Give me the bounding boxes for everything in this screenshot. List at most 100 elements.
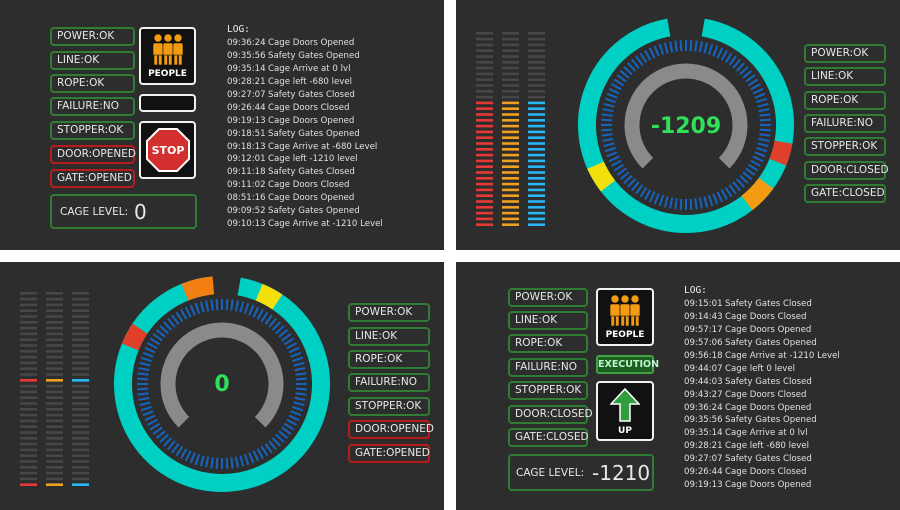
segment-yellow (255, 283, 283, 310)
log-message: Cage Arrive at -1210 Level (268, 219, 383, 230)
log-entry: 09:43:27 Cage Doors Closed (684, 389, 840, 402)
cage-level-label: CAGE LEVEL: (516, 467, 585, 479)
status-failure: FAILURE:NO (804, 114, 886, 133)
log-message: Cage Arrive at 0 lvl (268, 63, 351, 74)
empty-indicator (139, 94, 196, 112)
log-entry: 09:26:44 Cage Doors Closed (227, 102, 383, 115)
log-list: 09:36:24 Cage Doors Opened 09:35:56 Safety … (227, 37, 383, 231)
log-time: 09:18:13 (227, 141, 266, 152)
status-door: DOOR:OPENED (50, 145, 136, 164)
cage-level-box: CAGE LEVEL: -1210 (508, 454, 654, 491)
up-card[interactable]: UP (596, 381, 654, 441)
log-time: 09:35:14 (684, 428, 723, 439)
log-time: 09:36:24 (227, 38, 266, 48)
log-message: Safety Gates Opened (725, 337, 817, 348)
status-failure: FAILURE:NO (50, 97, 135, 116)
level-bars (20, 292, 89, 486)
log-entry: 09:28:21 Cage left -680 level (684, 440, 840, 453)
cage-gauge: -1209 (578, 18, 794, 233)
cage-level-value: -1210 (592, 461, 651, 485)
log-message: Cage Doors Closed (268, 102, 350, 113)
cage-level-label: CAGE LEVEL: (60, 206, 129, 218)
status-stopper: STOPPER:OK (508, 381, 588, 400)
people-label: PEOPLE (605, 330, 645, 340)
stop-label: STOP (152, 144, 185, 157)
segment-orange (181, 276, 215, 301)
log-message: Safety Gates Opened (268, 128, 360, 139)
log-entry: 09:19:13 Cage Doors Opened (227, 115, 383, 128)
status-line: LINE:OK (804, 67, 886, 86)
log-entry: 09:35:14 Cage Arrive at 0 lvl (227, 63, 383, 76)
people-label: PEOPLE (148, 69, 187, 79)
panel-status-log-up: POWER:OK LINE:OK ROPE:OK FAILURE:NO STOP… (456, 262, 900, 510)
status-gate: GATE:OPENED (348, 444, 430, 463)
log-message: Safety Gates Closed (268, 89, 355, 100)
log-message: Safety Gates Closed (725, 376, 812, 387)
log-time: 08:51:16 (227, 193, 266, 204)
log-message: Cage Arrive at -680 Level (268, 141, 378, 152)
log-message: Cage Doors Opened (268, 115, 355, 126)
log-time: 09:14:43 (684, 311, 723, 322)
log-message: Cage Doors Opened (268, 38, 355, 48)
status-rope: ROPE:OK (508, 334, 588, 353)
log-entry: 09:09:52 Safety Gates Opened (227, 205, 383, 218)
log-time: 09:26:44 (227, 102, 266, 113)
log-entry: 09:35:56 Safety Gates Opened (227, 50, 383, 63)
people-card: PEOPLE (139, 27, 196, 85)
log-entry: 09:57:06 Safety Gates Opened (684, 337, 840, 350)
log-message: Cage Doors Opened (725, 324, 812, 335)
status-power: POWER:OK (508, 288, 588, 307)
log-entry: 09:28:21 Cage left -680 level (227, 76, 383, 89)
log-message: Cage Doors Opened (725, 402, 812, 413)
log-time: 09:18:51 (227, 128, 266, 139)
gauge-value: -1209 (651, 114, 721, 139)
log-time: 09:12:01 (227, 154, 266, 165)
log-entry: 09:14:43 Cage Doors Closed (684, 311, 840, 324)
level-bar (528, 32, 545, 226)
level-bar (20, 292, 37, 486)
log-time: 09:43:27 (684, 389, 723, 400)
log-entry: 09:35:14 Cage Arrive at 0 lvl (684, 427, 840, 440)
log-time: 09:10:13 (227, 219, 266, 230)
log-time: 09:57:06 (684, 337, 723, 348)
log-time: 09:11:18 (227, 167, 266, 178)
log-message: Safety Gates Closed (725, 299, 812, 309)
log-entry: 09:27:07 Safety Gates Closed (684, 453, 840, 466)
status-stopper: STOPPER:OK (50, 121, 135, 140)
panel-gauge-closed: -1209 POWER:OK LINE:OK ROPE:OK FAILURE:N… (456, 0, 900, 250)
log-time: 09:56:18 (684, 350, 723, 361)
log-entry: 09:18:13 Cage Arrive at -680 Level (227, 141, 383, 154)
status-line: LINE:OK (508, 311, 588, 330)
log-entry: 08:51:16 Cage Doors Opened (227, 192, 383, 205)
log-message: Safety Gates Opened (725, 415, 817, 426)
status-power: POWER:OK (348, 303, 430, 322)
status-failure: FAILURE:NO (348, 373, 430, 392)
log-message: Cage Arrive at 0 lvl (725, 428, 808, 439)
log-time: 09:09:52 (227, 206, 266, 217)
log-entry: 09:26:44 Cage Doors Closed (684, 466, 840, 479)
log-entry: 09:19:13 Cage Doors Opened (684, 479, 840, 492)
log-entry: 09:10:13 Cage Arrive at -1210 Level (227, 218, 383, 231)
level-marker (72, 379, 89, 382)
level-base (46, 483, 63, 486)
level-bar (502, 32, 519, 226)
log-message: Safety Gates Opened (268, 206, 360, 217)
level-marker (46, 379, 63, 382)
log-entry: 09:36:24 Cage Doors Opened (227, 37, 383, 50)
log-entry: 09:12:01 Cage left -1210 level (227, 153, 383, 166)
log-message: Safety Gates Closed (725, 454, 812, 465)
log-time: 09:15:01 (684, 299, 723, 309)
level-bar (476, 32, 493, 226)
log-time: 09:27:07 (227, 89, 266, 100)
level-bars (476, 32, 545, 226)
people-card: PEOPLE (596, 288, 654, 346)
execution-indicator: EXECUTION (596, 355, 659, 374)
cage-level-box: CAGE LEVEL: 0 (50, 194, 197, 229)
log-entry: 09:11:02 Cage Doors Closed (227, 179, 383, 192)
stop-card[interactable]: STOP (139, 121, 196, 179)
segment-yellow (587, 161, 616, 192)
status-power: POWER:OK (804, 44, 886, 63)
segment-red (769, 140, 793, 166)
panel-status-log-stop: POWER:OK LINE:OK ROPE:OK FAILURE:NO STOP… (0, 0, 444, 250)
log-title: LOG: (227, 24, 250, 35)
